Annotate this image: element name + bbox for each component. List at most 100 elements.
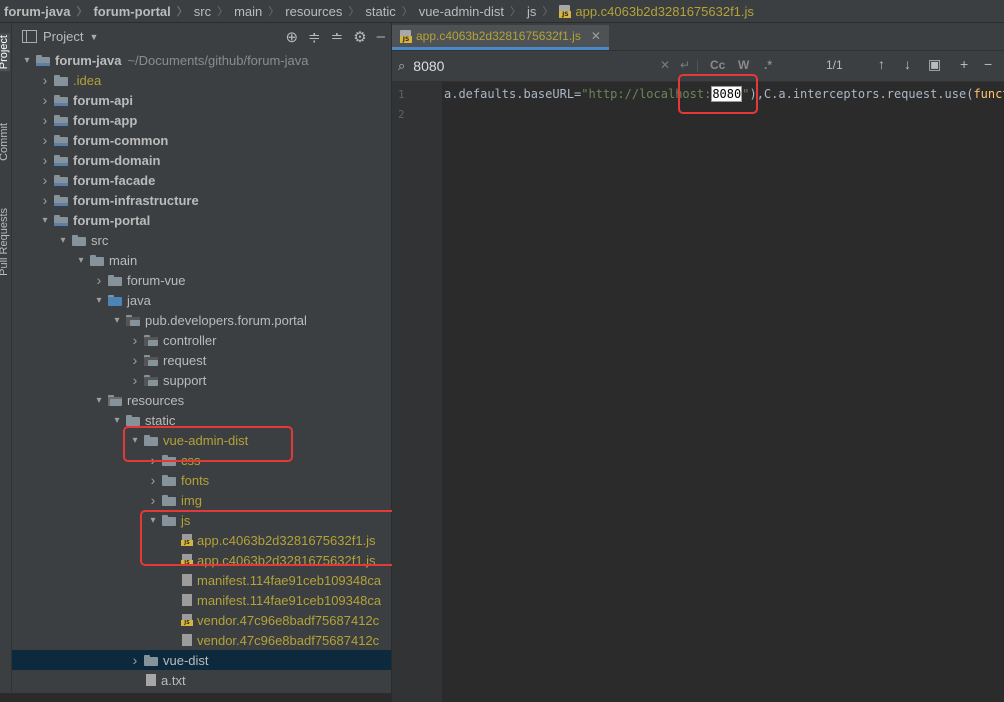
tree-node[interactable]: vendor.47c96e8badf75687412c — [12, 630, 391, 650]
chevron-down-icon[interactable]: ▾ — [38, 215, 52, 226]
tree-node[interactable]: vendor.47c96e8badf75687412c — [12, 610, 391, 630]
breadcrumb-item[interactable]: forum-portal 〉 — [89, 3, 189, 19]
chevron-right-icon[interactable]: › — [128, 352, 142, 368]
select-all-occurrences-icon[interactable]: ▣ — [928, 56, 941, 73]
breadcrumb-item[interactable]: static 〉 — [361, 3, 414, 19]
chevron-right-icon[interactable]: › — [38, 152, 52, 168]
match-case-option[interactable]: Cc — [710, 58, 725, 72]
tree-node[interactable]: ▾ src — [12, 230, 391, 250]
chevron-down-icon[interactable]: ▾ — [56, 235, 70, 246]
chevron-down-icon[interactable]: ▾ — [110, 315, 124, 326]
clear-icon[interactable]: ✕ — [660, 58, 670, 72]
tree-node[interactable]: › css — [12, 450, 391, 470]
tree-node[interactable]: ▾ main — [12, 250, 391, 270]
module-folder-icon — [54, 134, 68, 146]
breadcrumb-file[interactable]: app.c4063b2d3281675632f1.js — [555, 4, 756, 19]
commit-tool-tab[interactable]: Commit — [0, 123, 10, 161]
code-keyword: function — [973, 87, 1004, 101]
chevron-right-icon[interactable]: › — [38, 72, 52, 88]
chevron-right-icon[interactable]: › — [38, 192, 52, 208]
new-line-icon[interactable]: ↵ — [680, 58, 690, 72]
tree-node[interactable]: › forum-infrastructure — [12, 190, 391, 210]
tree-node[interactable]: › forum-api — [12, 90, 391, 110]
tree-node-label: forum-app — [73, 112, 138, 128]
tree-node[interactable]: ▾ vue-admin-dist — [12, 430, 391, 450]
chevron-right-icon[interactable]: › — [38, 172, 52, 188]
tree-node[interactable]: › fonts — [12, 470, 391, 490]
tree-node-label: app.c4063b2d3281675632f1.js — [197, 552, 376, 568]
chevron-right-icon[interactable]: › — [146, 472, 160, 488]
chevron-right-icon[interactable]: › — [38, 132, 52, 148]
expand-all-icon[interactable]: ≑ — [308, 28, 321, 46]
breadcrumb-item[interactable]: resources 〉 — [281, 3, 361, 19]
chevron-down-icon[interactable]: ▼ — [89, 32, 98, 42]
remove-occurrence-icon[interactable]: − — [984, 56, 992, 72]
breadcrumb-item[interactable]: js 〉 — [523, 3, 555, 19]
tree-node[interactable]: app.c4063b2d3281675632f1.js — [12, 550, 391, 570]
chevron-right-icon[interactable]: › — [146, 492, 160, 508]
tree-node[interactable]: › forum-facade — [12, 170, 391, 190]
chevron-right-icon: 〉 — [542, 6, 554, 18]
tree-node[interactable]: › forum-vue — [12, 270, 391, 290]
tree-node[interactable]: ▾ forum-portal — [12, 210, 391, 230]
breadcrumb-item[interactable]: main 〉 — [230, 3, 281, 19]
collapse-all-icon[interactable]: ≐ — [331, 28, 344, 46]
tree-node[interactable]: › controller — [12, 330, 391, 350]
tree-node[interactable]: › forum-app — [12, 110, 391, 130]
search-icon[interactable]: ⌕ — [398, 58, 405, 74]
select-opened-file-icon[interactable]: ⊕ — [285, 28, 298, 46]
tree-node[interactable]: ▾ js — [12, 510, 391, 530]
tree-node[interactable]: app.c4063b2d3281675632f1.js — [12, 530, 391, 550]
breadcrumb-item[interactable]: forum-java 〉 — [0, 3, 89, 19]
chevron-down-icon[interactable]: ▾ — [92, 395, 106, 406]
chevron-down-icon[interactable]: ▾ — [92, 295, 106, 306]
minimize-icon[interactable]: – — [377, 28, 385, 45]
breadcrumb-item[interactable]: src 〉 — [190, 3, 230, 19]
tree-node[interactable]: › support — [12, 370, 391, 390]
project-tool-tab[interactable]: Project — [0, 33, 10, 72]
chevron-down-icon[interactable]: ▾ — [20, 55, 34, 66]
editor-tab[interactable]: app.c4063b2d3281675632f1.js ✕ — [392, 25, 609, 50]
close-icon[interactable]: ✕ — [591, 29, 601, 43]
next-occurrence-icon[interactable]: ↓ — [904, 56, 911, 72]
tree-node[interactable]: ▾ java — [12, 290, 391, 310]
tree-node[interactable]: ▾ pub.developers.forum.portal — [12, 310, 391, 330]
chevron-down-icon[interactable]: ▾ — [110, 415, 124, 426]
chevron-right-icon[interactable]: › — [146, 452, 160, 468]
tree-node[interactable]: ▾ resources — [12, 390, 391, 410]
tree-node[interactable]: › forum-common — [12, 130, 391, 150]
chevron-right-icon[interactable]: › — [128, 332, 142, 348]
tree-node[interactable]: › img — [12, 490, 391, 510]
project-view-selector[interactable]: Project — [43, 29, 83, 44]
chevron-right-icon[interactable]: › — [38, 112, 52, 128]
tree-node[interactable]: › request — [12, 350, 391, 370]
editor-tab-bar: app.c4063b2d3281675632f1.js ✕ — [392, 23, 1004, 51]
pull-requests-tool-tab[interactable]: Pull Requests — [0, 208, 10, 276]
chevron-down-icon[interactable]: ▾ — [128, 435, 142, 446]
tree-node-label: vue-dist — [163, 652, 209, 668]
tree-node[interactable]: › .idea — [12, 70, 391, 90]
breadcrumb-item[interactable]: vue-admin-dist 〉 — [415, 3, 523, 19]
chevron-right-icon[interactable]: › — [128, 652, 142, 668]
tree-node-label: img — [181, 492, 202, 508]
previous-occurrence-icon[interactable]: ↑ — [878, 56, 885, 72]
regex-option[interactable]: .* — [764, 58, 772, 72]
tree-node[interactable]: manifest.114fae91ceb109348ca — [12, 570, 391, 590]
tree-node[interactable]: › vue-dist — [12, 650, 391, 670]
words-option[interactable]: W — [738, 58, 749, 72]
chevron-right-icon[interactable]: › — [128, 372, 142, 388]
tree-node[interactable]: ▾ forum-java ~/Documents/github/forum-java — [12, 50, 391, 70]
add-occurrence-icon[interactable]: + — [960, 56, 968, 72]
chevron-right-icon[interactable]: › — [38, 92, 52, 108]
chevron-down-icon[interactable]: ▾ — [146, 515, 160, 526]
tree-node[interactable]: a.txt — [12, 670, 391, 690]
tree-node[interactable]: manifest.114fae91ceb109348ca — [12, 590, 391, 610]
chevron-down-icon[interactable]: ▾ — [74, 255, 88, 266]
find-input[interactable] — [411, 57, 626, 75]
tree-node-label: forum-vue — [127, 272, 186, 288]
tree-node[interactable]: › forum-domain — [12, 150, 391, 170]
gear-icon[interactable]: ⚙ — [353, 28, 366, 46]
tree-node[interactable]: ▾ static — [12, 410, 391, 430]
breadcrumb-label: forum-portal — [93, 3, 171, 19]
chevron-right-icon[interactable]: › — [92, 272, 106, 288]
